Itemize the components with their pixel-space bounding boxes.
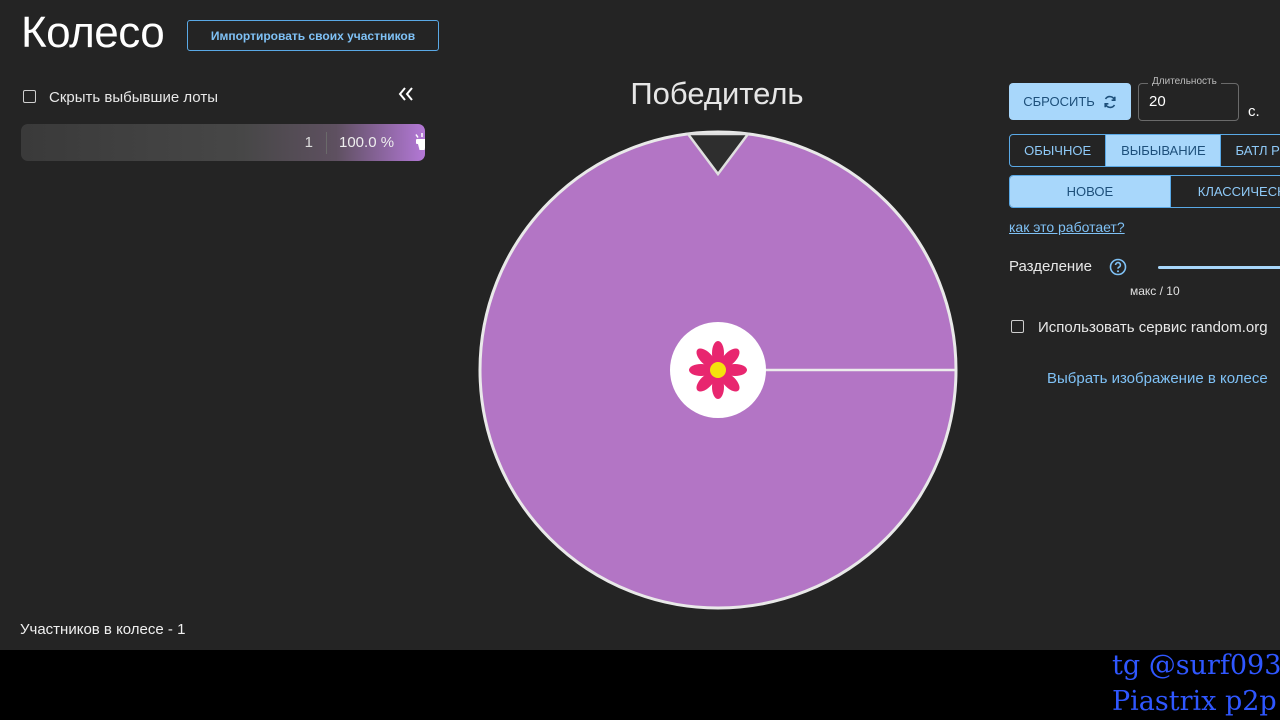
split-slider[interactable] (1158, 266, 1280, 269)
watermark-line-1: tg @surf093 (1112, 650, 1280, 681)
lot-row[interactable]: 1 100.0 % (21, 124, 425, 161)
duration-input[interactable]: 20 (1149, 93, 1166, 110)
double-chevron-left-icon[interactable] (396, 84, 416, 104)
mode-tabs: ОБЫЧНОЕ ВЫБЫВАНИЕ БАТЛ Р (1009, 134, 1280, 167)
reset-button[interactable]: СБРОСИТЬ (1009, 83, 1131, 120)
random-org-label: Использовать сервис random.org (1038, 319, 1268, 336)
flower-logo-icon (689, 341, 747, 399)
help-icon[interactable] (1109, 258, 1127, 276)
reset-label: СБРОСИТЬ (1023, 94, 1095, 109)
random-org-checkbox[interactable] (1011, 320, 1024, 333)
duration-label: Длительность (1148, 76, 1221, 87)
duration-unit: с. (1248, 103, 1260, 120)
watermark-line-2: Piastrix p2p (1112, 686, 1277, 717)
wheel[interactable] (476, 128, 960, 612)
lot-count: 1 (304, 134, 313, 151)
style-tab-new[interactable]: НОВОЕ (1010, 176, 1171, 207)
mode-tab-battle[interactable]: БАТЛ Р (1221, 135, 1280, 166)
hide-eliminated-checkbox[interactable] (23, 90, 36, 103)
lot-percent: 100.0 % (339, 134, 395, 151)
style-tab-classic[interactable]: КЛАССИЧЕСК (1171, 176, 1280, 207)
flashlight-icon[interactable] (411, 132, 425, 154)
how-it-works-link[interactable]: как это работает? (1009, 219, 1125, 235)
split-label: Разделение (1009, 258, 1092, 275)
hide-eliminated-label: Скрыть выбывшие лоты (49, 89, 218, 106)
choose-wheel-image-link[interactable]: Выбрать изображение в колесе (1047, 370, 1268, 387)
winner-title: Победитель (630, 76, 804, 111)
wheel-app: Колесо Импортировать своих участников Ск… (0, 0, 1280, 650)
refresh-icon (1104, 95, 1116, 108)
lot-divider (326, 132, 327, 154)
import-participants-button[interactable]: Импортировать своих участников (187, 20, 439, 51)
participants-count: Участников в колесе - 1 (20, 621, 186, 638)
mode-tab-elimination[interactable]: ВЫБЫВАНИЕ (1106, 135, 1222, 166)
split-caption: макс / 10 (1130, 284, 1180, 298)
mode-tab-normal[interactable]: ОБЫЧНОЕ (1010, 135, 1107, 166)
page-title: Колесо (21, 8, 165, 57)
style-tabs: НОВОЕ КЛАССИЧЕСК (1009, 175, 1280, 208)
